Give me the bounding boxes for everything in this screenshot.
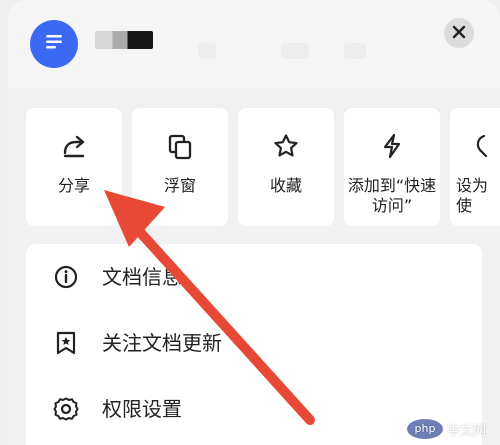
floating-window-button[interactable]: 浮窗	[132, 108, 228, 226]
watermark-logo: php	[406, 419, 443, 439]
close-button[interactable]	[444, 18, 474, 48]
sheet-header	[8, 0, 500, 88]
share-label: 分享	[57, 176, 90, 195]
close-icon	[452, 24, 466, 43]
document-badge	[30, 20, 78, 68]
add-to-quick-access-label: 添加到“快速 访问”	[347, 176, 437, 215]
blur-artifact	[198, 43, 216, 59]
permission-settings-label: 权限设置	[102, 397, 182, 421]
document-info-item[interactable]: 文档信息	[26, 244, 482, 310]
lightning-icon	[378, 132, 406, 160]
blur-artifact	[281, 43, 309, 59]
watermark: php 中文网	[406, 419, 486, 439]
document-lines-icon	[41, 29, 67, 59]
star-icon	[272, 132, 300, 160]
favorite-label: 收藏	[269, 176, 302, 195]
set-as-label: 设为 使	[456, 176, 489, 215]
document-info-label: 文档信息	[102, 265, 182, 289]
blur-artifact	[344, 43, 366, 59]
floating-window-icon	[166, 132, 194, 160]
floating-window-label: 浮窗	[163, 176, 196, 195]
add-to-quick-access-button[interactable]: 添加到“快速 访问”	[344, 108, 440, 226]
set-as-button[interactable]: 设为 使	[450, 108, 500, 226]
quick-actions: 分享 浮窗 收藏 添加到“快速 访问” 设为 使	[26, 108, 500, 226]
follow-document-updates-label: 关注文档更新	[102, 331, 222, 355]
bookmark-star-icon	[52, 329, 80, 357]
watermark-text: 中文网	[446, 423, 486, 439]
share-button[interactable]: 分享	[26, 108, 122, 226]
document-title-redacted	[95, 31, 153, 49]
share-sheet: 分享 浮窗 收藏 添加到“快速 访问” 设为 使 文档信息 关注文档更新 权限设…	[8, 0, 500, 445]
share-icon	[60, 132, 88, 160]
pin-icon	[472, 132, 500, 160]
info-icon	[52, 263, 80, 291]
gear-icon	[52, 395, 80, 423]
favorite-button[interactable]: 收藏	[238, 108, 334, 226]
follow-document-updates-item[interactable]: 关注文档更新	[26, 310, 482, 376]
more-options-list: 文档信息 关注文档更新 权限设置	[26, 244, 482, 445]
